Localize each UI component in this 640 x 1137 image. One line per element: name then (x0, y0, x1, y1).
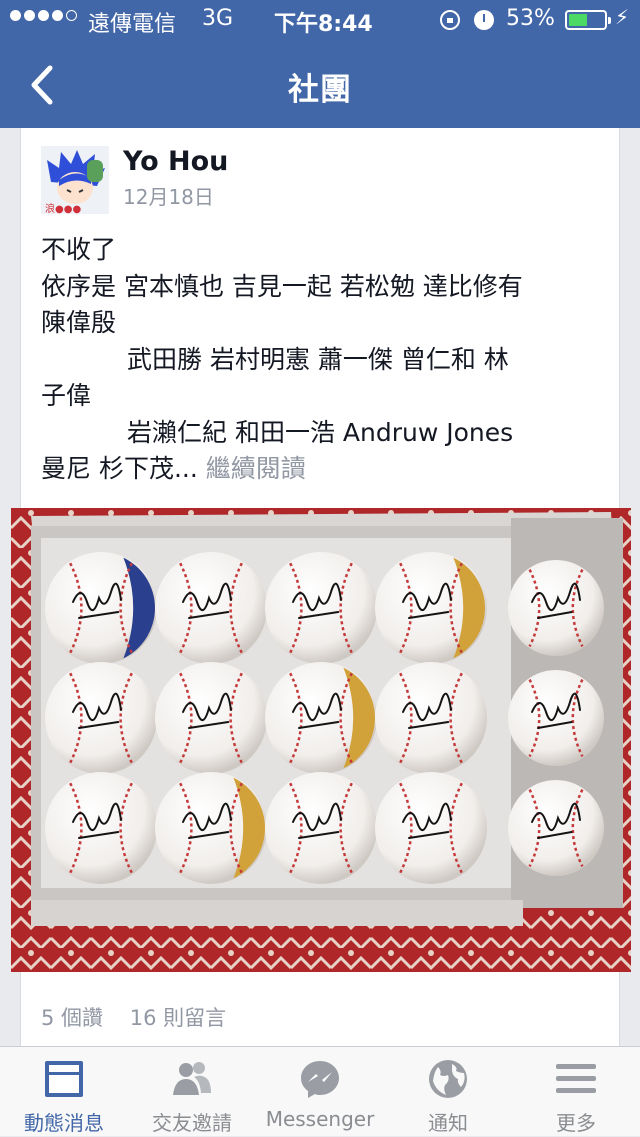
friend-requests-icon (173, 1062, 211, 1095)
nav-bar: 社團 (0, 40, 640, 128)
battery-percent: 53% (506, 6, 555, 31)
globe-icon (429, 1060, 467, 1098)
post-date[interactable]: 12月18日 (123, 181, 214, 210)
signed-baseball (155, 662, 267, 774)
battery-icon (565, 10, 611, 30)
post-text: 不收了 依序是 宮本慎也 吉見一起 若松勉 達比修有 陳偉殷 武田勝 岩村明憲 … (41, 232, 603, 488)
signed-baseball (45, 662, 157, 774)
svg-text:浪●●●: 浪●●● (45, 202, 81, 214)
tab-friend-requests[interactable]: 交友邀請 (128, 1047, 256, 1137)
signed-baseball (375, 552, 487, 664)
signed-baseball (508, 780, 604, 876)
signed-baseball (155, 772, 267, 884)
post-text-line: 岩瀨仁紀 和田一浩 Andruw Jones (127, 417, 514, 447)
tab-news-feed[interactable]: 動態消息 (0, 1047, 128, 1137)
avatar-image: 浪●●● (41, 146, 109, 214)
post-photo[interactable] (11, 508, 631, 972)
signed-baseball (45, 552, 157, 664)
signed-baseball (508, 560, 604, 656)
signed-baseball (45, 772, 157, 884)
signed-baseball (375, 662, 487, 774)
avatar[interactable]: 浪●●● (41, 146, 109, 214)
messenger-icon (301, 1061, 339, 1098)
post-text-line: 陳偉殷 (41, 308, 117, 337)
signal-strength-icon (10, 10, 77, 21)
post-card: 浪●●● Yo Hou 12月18日 不收了 依序是 宮本慎也 吉見一起 若松勉… (11, 128, 631, 1046)
post-text-line: 子偉 (41, 381, 92, 410)
tab-label: 更多 (556, 1111, 596, 1135)
comments-count[interactable]: 16 則留言 (130, 1006, 226, 1030)
post-stats: 5 個讚 16 則留言 (41, 1002, 246, 1032)
charging-icon: ⚡ (615, 5, 630, 29)
page-title: 社團 (288, 72, 352, 108)
tab-label: 動態消息 (24, 1111, 104, 1135)
tab-label: 交友邀請 (152, 1111, 232, 1135)
signed-baseball (265, 662, 377, 774)
likes-count[interactable]: 5 個讚 (41, 1006, 103, 1030)
tab-label: 通知 (428, 1111, 468, 1135)
menu-icon (556, 1064, 596, 1093)
tab-label: Messenger (265, 1107, 375, 1131)
post-author[interactable]: Yo Hou (123, 146, 228, 177)
post-text-line: 依序是 宮本慎也 吉見一起 若松勉 達比修有 (41, 271, 523, 301)
carrier-name: 遠傳電信 (88, 12, 177, 37)
post-text-line: 武田勝 岩村明憲 蕭一傑 曾仁和 林 (127, 344, 509, 374)
top-bar: 遠傳電信 3G 下午8:44 53% ⚡ 社團 (0, 0, 640, 128)
signed-baseballs-photo (11, 508, 631, 972)
post-text-line: 曼尼 杉下茂... (41, 454, 198, 483)
tab-bar: 動態消息 交友邀請 Messenger 通知 更多 (0, 1046, 640, 1136)
post-text-last-line: 曼尼 杉下茂... 繼續閱讀 (41, 451, 603, 488)
continue-reading-link[interactable]: 繼續閱讀 (206, 454, 306, 483)
rotation-lock-icon (440, 10, 460, 30)
status-time: 下午8:44 (274, 12, 373, 37)
status-bar: 遠傳電信 3G 下午8:44 53% ⚡ (0, 0, 640, 40)
post-text-line: 不收了 (41, 235, 117, 264)
tab-messenger[interactable]: Messenger (256, 1047, 384, 1137)
tab-more[interactable]: 更多 (512, 1047, 640, 1137)
signed-baseball (265, 772, 377, 884)
tab-notifications[interactable]: 通知 (384, 1047, 512, 1137)
news-feed-icon (45, 1061, 83, 1097)
signed-baseball (265, 552, 377, 664)
signed-baseball (508, 670, 604, 766)
alarm-icon (474, 10, 494, 30)
network-type: 3G (202, 6, 234, 31)
signed-baseball (375, 772, 487, 884)
signed-baseball (155, 552, 267, 664)
